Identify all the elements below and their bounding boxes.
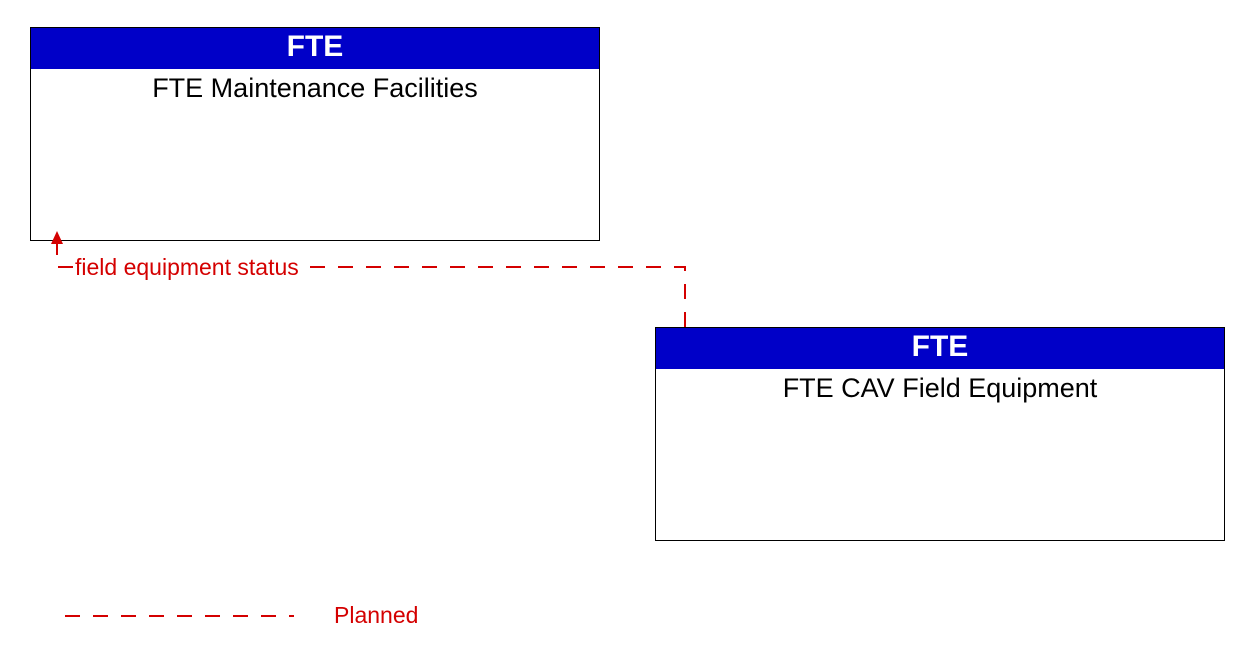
legend-label: Planned	[334, 602, 418, 629]
diagram-stage: FTE FTE Maintenance Facilities FTE FTE C…	[0, 0, 1252, 658]
node-fte-maintenance-facilities: FTE FTE Maintenance Facilities	[30, 27, 600, 241]
node-header: FTE	[656, 328, 1224, 369]
node-header: FTE	[31, 28, 599, 69]
node-body: FTE Maintenance Facilities	[31, 69, 599, 241]
flow-label: field equipment status	[73, 254, 301, 281]
node-body: FTE CAV Field Equipment	[656, 369, 1224, 541]
node-fte-cav-field-equipment: FTE FTE CAV Field Equipment	[655, 327, 1225, 541]
